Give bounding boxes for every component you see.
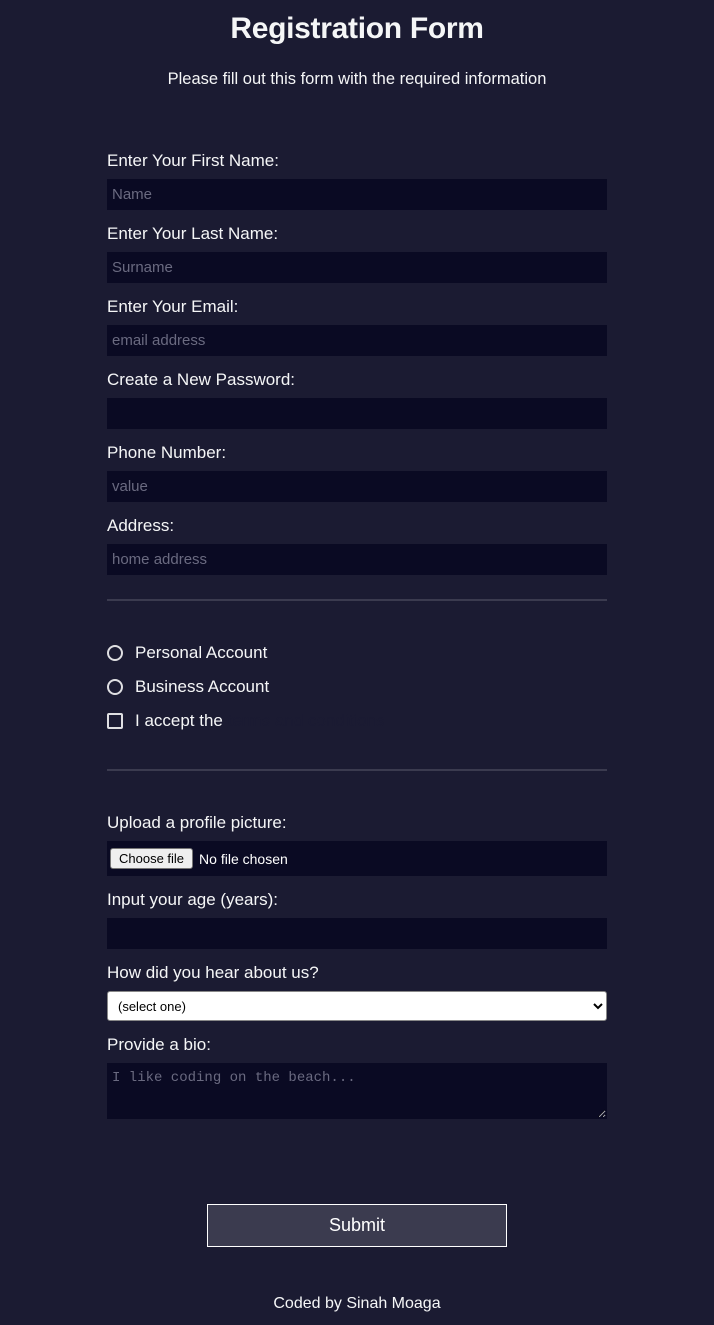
additional-info-fieldset: Upload a profile picture: Choose file No… bbox=[107, 771, 607, 1148]
phone-label: Phone Number: bbox=[107, 443, 607, 463]
upload-label: Upload a profile picture: bbox=[107, 813, 607, 833]
first-name-input[interactable] bbox=[107, 179, 607, 210]
password-input[interactable] bbox=[107, 398, 607, 429]
terms-checkbox[interactable] bbox=[107, 713, 123, 729]
referrer-select[interactable]: (select one) bbox=[107, 991, 607, 1021]
personal-account-label: Personal Account bbox=[135, 643, 267, 663]
last-name-input[interactable] bbox=[107, 252, 607, 283]
address-input[interactable] bbox=[107, 544, 607, 575]
account-type-fieldset: Personal Account Business Account I acce… bbox=[107, 601, 607, 771]
choose-file-button[interactable]: Choose file bbox=[110, 848, 193, 869]
page-subtitle: Please fill out this form with the requi… bbox=[107, 70, 607, 89]
business-account-radio[interactable] bbox=[107, 679, 123, 695]
bio-label: Provide a bio: bbox=[107, 1035, 607, 1055]
bio-textarea[interactable] bbox=[107, 1063, 607, 1119]
password-label: Create a New Password: bbox=[107, 370, 607, 390]
phone-input[interactable] bbox=[107, 471, 607, 502]
terms-text: I accept the terms and conditions bbox=[135, 711, 385, 731]
personal-info-fieldset: Enter Your First Name: Enter Your Last N… bbox=[107, 137, 607, 601]
email-input[interactable] bbox=[107, 325, 607, 356]
age-input[interactable] bbox=[107, 918, 607, 949]
file-input-wrapper[interactable]: Choose file No file chosen bbox=[107, 841, 607, 876]
business-account-label: Business Account bbox=[135, 677, 269, 697]
page-title: Registration Form bbox=[107, 12, 607, 46]
submit-button[interactable]: Submit bbox=[207, 1204, 507, 1247]
referrer-label: How did you hear about us? bbox=[107, 963, 607, 983]
file-status-text: No file chosen bbox=[199, 851, 288, 867]
email-label: Enter Your Email: bbox=[107, 297, 607, 317]
personal-account-radio[interactable] bbox=[107, 645, 123, 661]
first-name-label: Enter Your First Name: bbox=[107, 151, 607, 171]
terms-link[interactable]: terms and conditions bbox=[228, 711, 385, 730]
address-label: Address: bbox=[107, 516, 607, 536]
last-name-label: Enter Your Last Name: bbox=[107, 224, 607, 244]
footer-credit: Coded by Sinah Moaga bbox=[107, 1295, 607, 1317]
age-label: Input your age (years): bbox=[107, 890, 607, 910]
terms-prefix: I accept the bbox=[135, 711, 228, 730]
